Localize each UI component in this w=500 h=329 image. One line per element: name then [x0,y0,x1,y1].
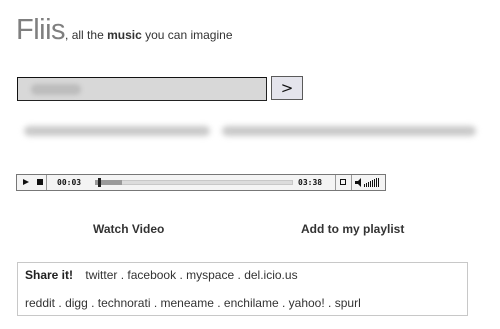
track-description-redacted [24,124,476,138]
share-link[interactable]: technorati [98,296,151,310]
tagline-bold: music [107,28,142,42]
share-separator: . [58,296,62,310]
share-separator: . [328,296,332,310]
share-separator: . [91,296,95,310]
share-link[interactable]: enchilame [224,296,279,310]
share-link[interactable]: del.icio.us [244,268,297,282]
seek-track [95,180,293,185]
fullscreen-button[interactable] [335,175,352,190]
share-link[interactable]: yahoo! [289,296,325,310]
audio-player: 00:03 03:38 [16,174,386,191]
share-separator: . [153,296,158,310]
share-separator: . [120,268,125,282]
share-link[interactable]: meneame [161,296,214,310]
seek-bar[interactable] [95,175,293,190]
share-link[interactable]: facebook [127,268,176,282]
share-link[interactable]: myspace [186,268,234,282]
share-separator: . [179,268,183,282]
share-row: reddit . digg . technorati . meneame . e… [25,296,361,310]
tagline: , all the music you can imagine [65,28,232,42]
current-time: 00:03 [57,178,82,187]
volume-icon [355,178,379,187]
add-to-playlist-link[interactable]: Add to my playlist [301,222,404,236]
tagline-post: you can imagine [141,28,233,42]
page-header: Fliis, all the music you can imagine [16,14,233,47]
total-time: 03:38 [298,178,323,187]
share-link[interactable]: digg [65,296,88,310]
share-label: Share it! [25,268,74,282]
app-logo: Fliis [16,14,66,46]
share-separator: . [217,296,221,310]
search-query-redacted [31,84,81,95]
share-link[interactable]: twitter [85,268,117,282]
share-link[interactable]: spurl [335,296,361,310]
share-link[interactable]: reddit [25,296,55,310]
share-box: Share it! twitter . facebook . myspace .… [17,262,468,316]
share-separator: . [281,296,286,310]
volume-control[interactable] [353,175,385,190]
tagline-pre: , all the [65,28,108,42]
watch-video-link[interactable]: Watch Video [93,222,164,236]
search-go-button[interactable]: > [271,76,303,100]
seek-handle[interactable] [98,178,101,187]
stop-button[interactable] [33,175,47,190]
play-button[interactable] [18,175,32,190]
share-separator: . [237,268,241,282]
share-row: Share it! twitter . facebook . myspace .… [25,268,298,282]
